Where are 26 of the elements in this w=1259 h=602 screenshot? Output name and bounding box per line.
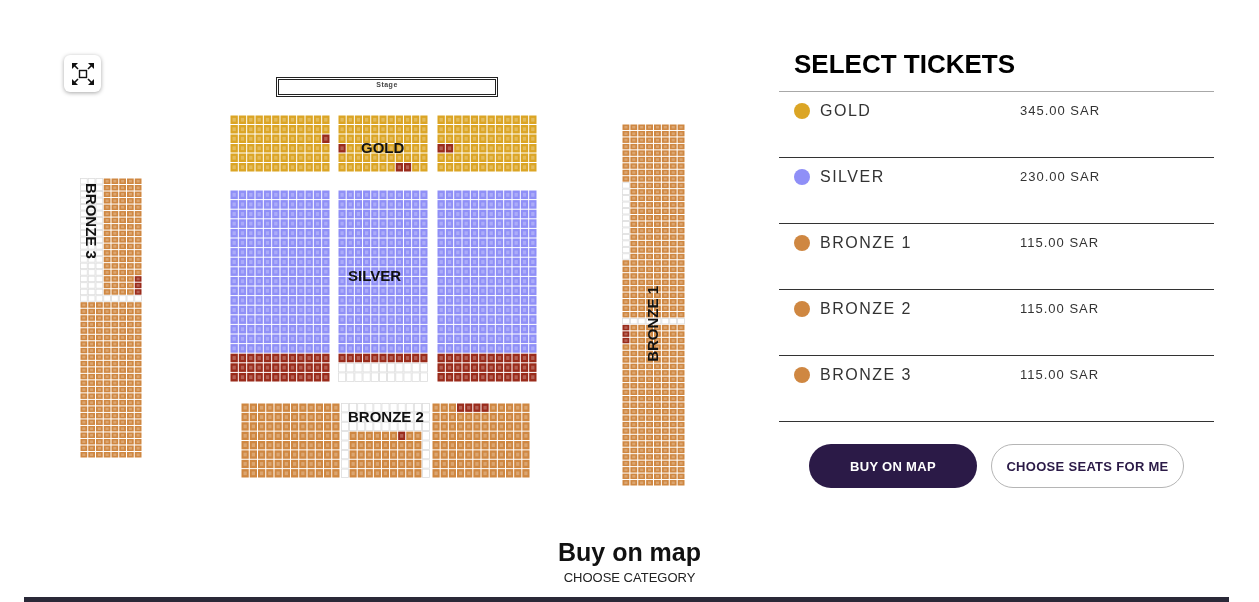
buy-on-map-button[interactable]: BUY ON MAP <box>809 444 977 488</box>
section-label: BRONZE 2 <box>348 409 424 425</box>
category-name: BRONZE 2 <box>820 301 913 317</box>
category-name: GOLD <box>820 103 873 119</box>
category-price: 115.00 SAR <box>1020 367 1101 383</box>
category-name: BRONZE 3 <box>820 367 913 383</box>
section-subheading: CHOOSE CATEGORY <box>563 570 696 586</box>
category-name: BRONZE 1 <box>820 235 913 251</box>
section-label: SILVER <box>348 268 402 284</box>
section-label: BRONZE 3 <box>83 183 99 259</box>
category-name: SILVER <box>820 169 886 185</box>
category-price: 115.00 SAR <box>1020 235 1101 251</box>
ticket-category-row[interactable]: SILVER 230.00 SAR <box>779 158 1214 224</box>
fullscreen-button[interactable] <box>64 55 101 92</box>
ticket-category-row[interactable]: GOLD 345.00 SAR <box>779 92 1214 158</box>
category-price: 115.00 SAR <box>1020 301 1101 317</box>
category-price: 230.00 SAR <box>1020 169 1102 185</box>
expand-icon <box>71 62 94 85</box>
ticket-category-row[interactable]: BRONZE 2 115.00 SAR <box>779 290 1214 356</box>
section-heading: Buy on map <box>557 537 702 567</box>
panel-title: SELECT TICKETS <box>793 49 1016 79</box>
ticket-category-row[interactable]: BRONZE 3 115.00 SAR <box>779 356 1214 422</box>
category-price: 345.00 SAR <box>1020 103 1102 119</box>
choose-seats-button[interactable]: CHOOSE SEATS FOR ME <box>991 444 1184 488</box>
ticket-category-row[interactable]: BRONZE 1 115.00 SAR <box>779 224 1214 290</box>
section-label: BRONZE 1 <box>645 286 661 362</box>
